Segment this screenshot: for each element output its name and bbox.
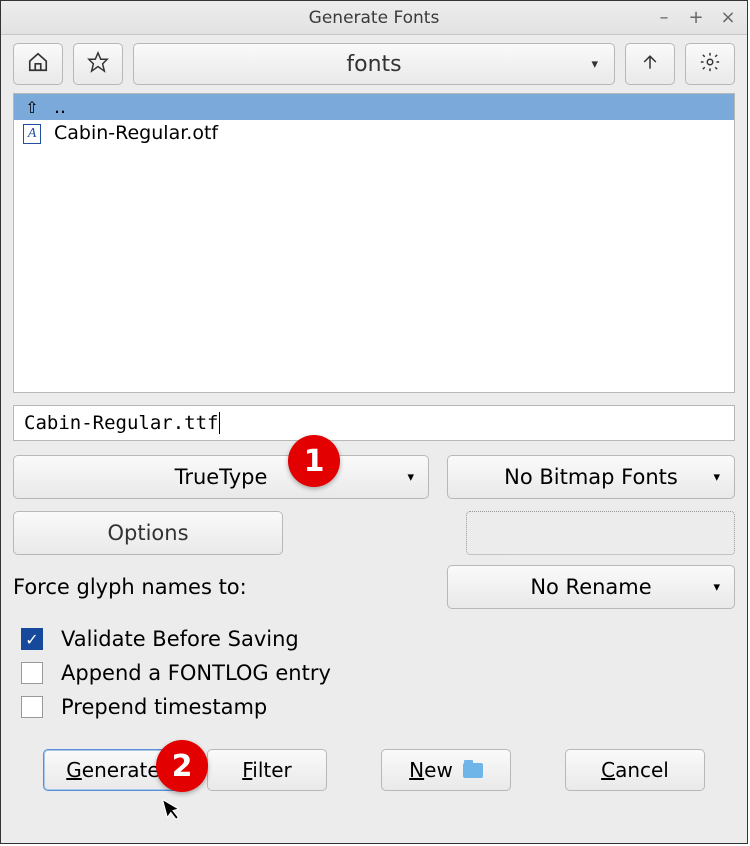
gear-icon xyxy=(699,51,721,78)
up-arrow-icon xyxy=(640,52,660,77)
file-list[interactable]: ⇧ .. A Cabin-Regular.otf xyxy=(13,93,735,393)
bookmark-button[interactable] xyxy=(73,43,123,85)
settings-button[interactable] xyxy=(685,43,735,85)
path-toolbar: fonts ▾ xyxy=(13,43,735,85)
folder-icon xyxy=(463,763,483,778)
home-icon xyxy=(27,51,49,78)
glyph-names-label: Force glyph names to: xyxy=(13,575,429,599)
up-arrow-icon: ⇧ xyxy=(22,98,42,117)
validate-checkbox[interactable]: ✓ xyxy=(21,628,43,650)
file-name: Cabin-Regular.otf xyxy=(54,122,218,144)
bitmap-value: No Bitmap Fonts xyxy=(504,465,678,489)
list-item[interactable]: A Cabin-Regular.otf xyxy=(14,120,734,146)
cancel-button[interactable]: Cancel xyxy=(565,749,705,791)
timestamp-checkbox[interactable] xyxy=(21,696,43,718)
minimize-button[interactable]: – xyxy=(653,7,675,28)
window-title: Generate Fonts xyxy=(1,8,747,28)
maximize-button[interactable]: + xyxy=(685,7,707,28)
up-button[interactable] xyxy=(625,43,675,85)
chevron-down-icon: ▾ xyxy=(713,580,720,595)
bitmap-fonts-dropdown[interactable]: No Bitmap Fonts ▾ xyxy=(447,455,735,499)
timestamp-checkbox-row[interactable]: Prepend timestamp xyxy=(13,695,735,719)
empty-slot xyxy=(466,511,735,555)
timestamp-label: Prepend timestamp xyxy=(61,695,267,719)
generate-button[interactable]: Generate xyxy=(43,749,183,791)
new-button[interactable]: New xyxy=(381,749,511,791)
options-button[interactable]: Options xyxy=(13,511,283,555)
font-file-icon: A xyxy=(22,122,42,144)
close-button[interactable]: × xyxy=(717,7,739,28)
fontlog-checkbox-row[interactable]: Append a FONTLOG entry xyxy=(13,661,735,685)
list-item[interactable]: ⇧ .. xyxy=(14,94,734,120)
format-value: TrueType xyxy=(175,465,268,489)
filename-value: Cabin-Regular.ttf xyxy=(24,412,218,434)
fontlog-label: Append a FONTLOG entry xyxy=(61,661,331,685)
chevron-down-icon: ▾ xyxy=(591,57,598,72)
filename-input[interactable]: Cabin-Regular.ttf xyxy=(13,405,735,441)
titlebar: Generate Fonts – + × xyxy=(1,1,747,35)
rename-dropdown[interactable]: No Rename ▾ xyxy=(447,565,735,609)
home-button[interactable] xyxy=(13,43,63,85)
file-name: .. xyxy=(54,96,66,118)
validate-label: Validate Before Saving xyxy=(61,627,299,651)
rename-value: No Rename xyxy=(530,575,651,599)
generate-fonts-dialog: Generate Fonts – + × fonts ▾ xyxy=(0,0,748,844)
chevron-down-icon: ▾ xyxy=(407,470,414,485)
path-dropdown[interactable]: fonts ▾ xyxy=(133,43,615,85)
star-icon xyxy=(87,51,109,78)
filter-button[interactable]: Filter xyxy=(207,749,327,791)
path-label: fonts xyxy=(346,52,401,77)
output-format-dropdown[interactable]: TrueType ▾ xyxy=(13,455,429,499)
chevron-down-icon: ▾ xyxy=(713,470,720,485)
fontlog-checkbox[interactable] xyxy=(21,662,43,684)
validate-checkbox-row[interactable]: ✓ Validate Before Saving xyxy=(13,627,735,651)
